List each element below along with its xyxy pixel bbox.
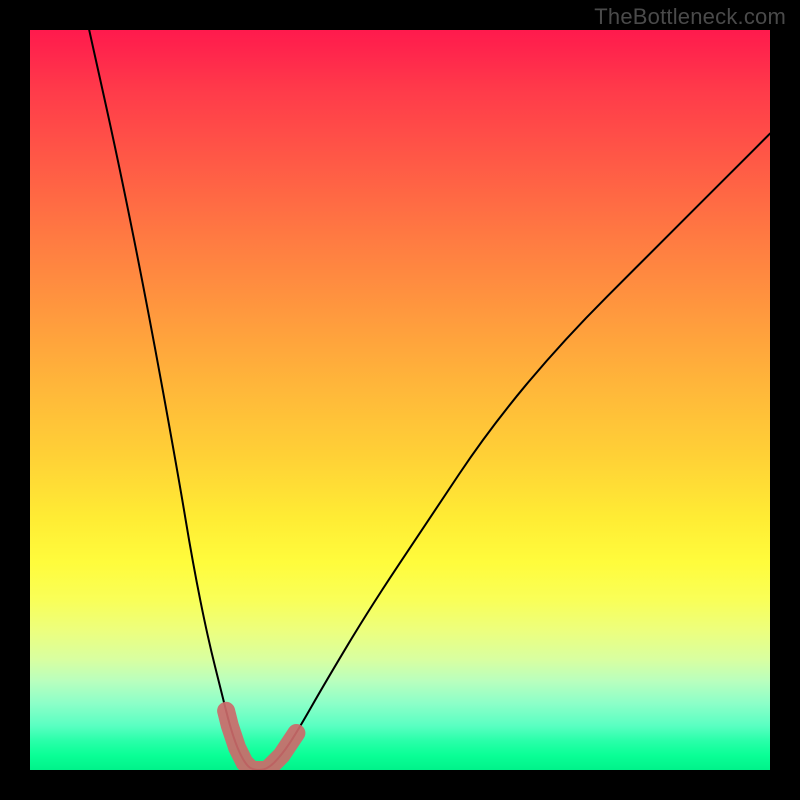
watermark-text: TheBottleneck.com	[594, 4, 786, 30]
bottleneck-curve-line	[89, 30, 770, 770]
plot-area	[30, 30, 770, 770]
bottleneck-curve-svg	[30, 30, 770, 770]
chart-frame: TheBottleneck.com	[0, 0, 800, 800]
optimal-range-highlight	[226, 711, 296, 770]
